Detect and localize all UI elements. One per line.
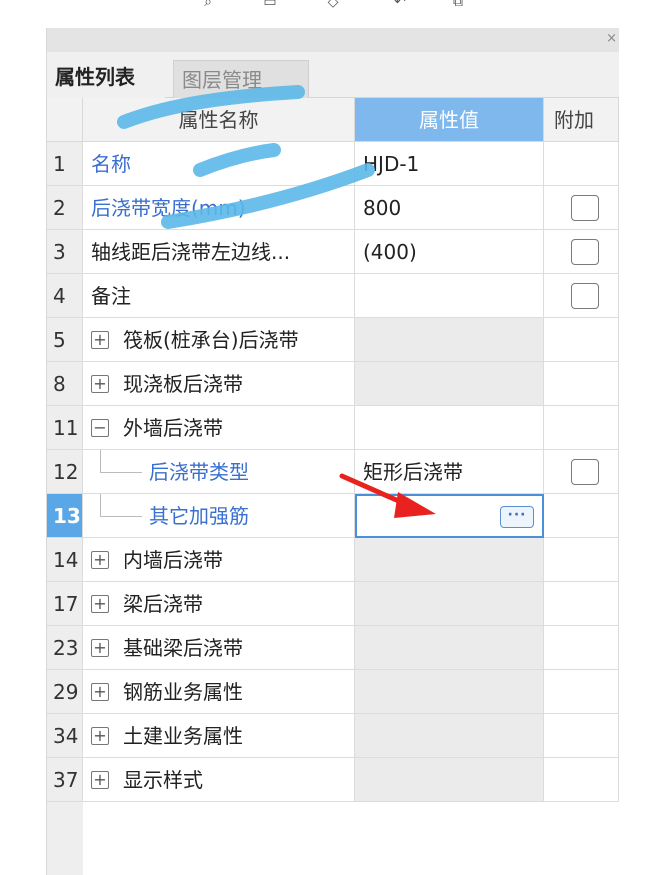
red-arrow-annotation	[339, 473, 436, 518]
scribble-mark	[193, 143, 281, 177]
scribble-mark	[117, 85, 305, 129]
scribble-mark	[161, 163, 375, 229]
annotation-overlay	[117, 85, 436, 518]
